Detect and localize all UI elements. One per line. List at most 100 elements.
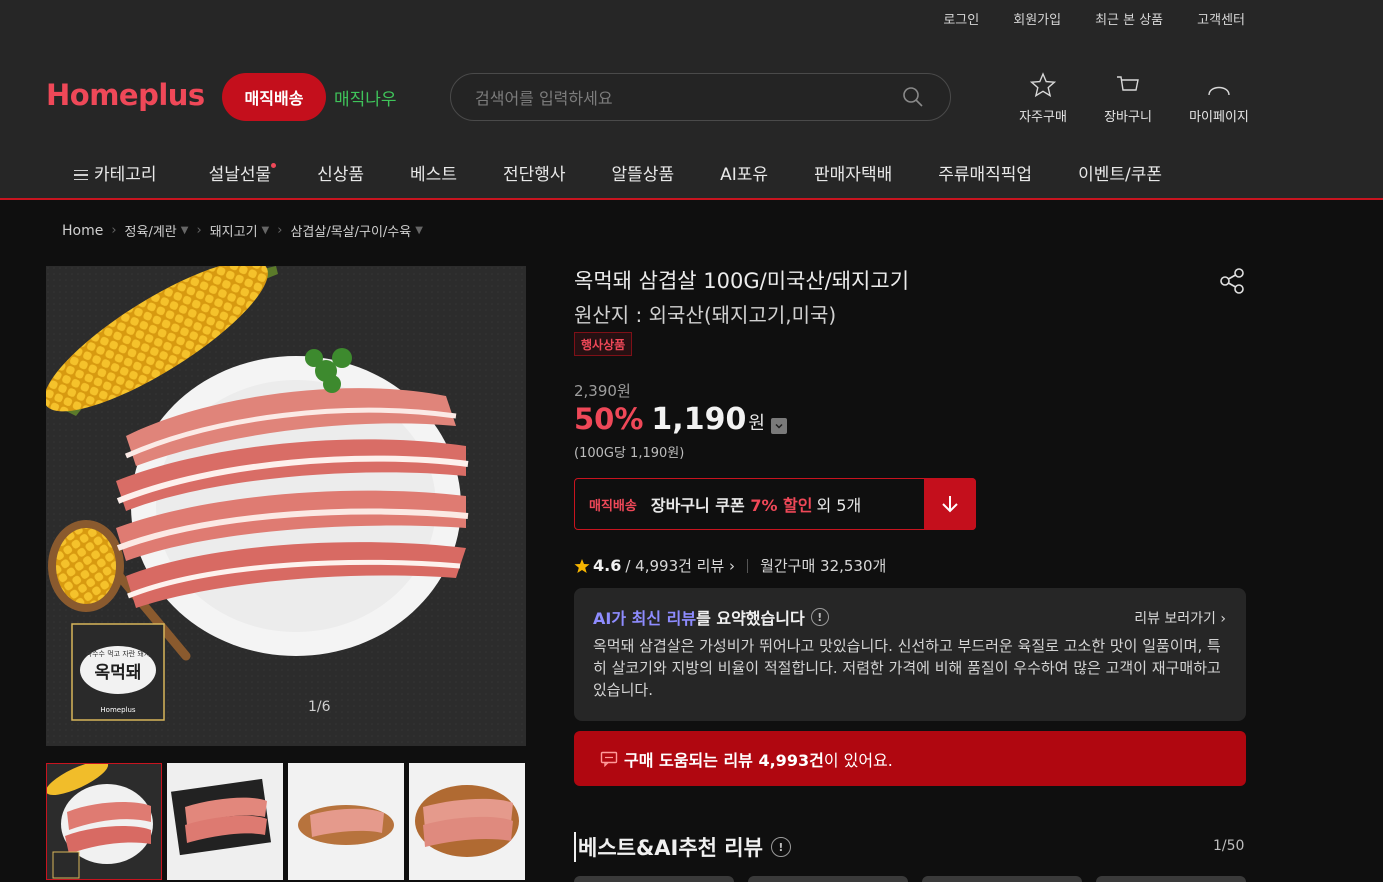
comment-icon: [600, 751, 618, 767]
mypage-button[interactable]: 마이페이지: [1174, 70, 1264, 125]
nav-liquor-pickup-label: 주류매직픽업: [938, 165, 1033, 185]
frequent-purchase-button[interactable]: 자주구매: [998, 70, 1088, 125]
breadcrumb-pork[interactable]: 돼지고기: [210, 221, 258, 240]
frequent-purchase-label: 자주구매: [1019, 110, 1067, 125]
helpful-reviews-banner[interactable]: 구매 도움되는 리뷰 4,993건 이 있어요.: [574, 731, 1246, 786]
share-icon[interactable]: [1217, 266, 1247, 296]
review-card[interactable]: [922, 876, 1082, 882]
magic-now-link[interactable]: 매직나우: [334, 85, 397, 110]
caret-down-icon[interactable]: ▼: [262, 225, 270, 236]
search-input[interactable]: [475, 86, 895, 110]
pork-belly-photo: 옥수수 먹고 자란 돼지 옥먹돼 Homeplus: [46, 266, 526, 746]
mypage-label: 마이페이지: [1189, 110, 1249, 125]
nav-best[interactable]: 베스트: [410, 160, 457, 185]
rating-score: 4.6: [593, 556, 622, 575]
new-dot-icon: [271, 163, 277, 168]
nav-new-products-label: 신상품: [317, 165, 365, 185]
coupon-tag: 매직배송: [589, 498, 637, 514]
promo-badge: 행사상품: [574, 332, 633, 356]
nav-bargain[interactable]: 알뜰상품: [612, 160, 675, 185]
review-count-link[interactable]: / 4,993건 리뷰 ›: [625, 555, 735, 576]
nav-lunar-gift-label: 설날선물: [208, 165, 272, 185]
review-card[interactable]: [1096, 876, 1246, 882]
unit-price: (100G당 1,190원): [574, 446, 685, 461]
cart-label: 장바구니: [1104, 110, 1152, 125]
arrow-down-icon: [942, 496, 958, 513]
nav-flyer-label: 전단행사: [502, 165, 566, 185]
sale-price: 1,190: [651, 402, 747, 437]
chevron-right-icon: ›: [111, 223, 117, 238]
chevron-right-icon: ›: [277, 223, 283, 238]
breadcrumb-belly[interactable]: 삼겹살/목살/구이/수육: [290, 221, 411, 240]
sale-price-line: 50% 1,190 원: [574, 402, 787, 437]
view-reviews-link[interactable]: 리뷰 보러가기 ›: [1134, 608, 1226, 628]
header: 로그인 회원가입 최근 본 상품 고객센터 Homeplus 매직배송 매직나우…: [0, 0, 1383, 200]
search-icon[interactable]: [902, 86, 924, 108]
chevron-right-icon: ›: [196, 223, 202, 238]
star-icon: [1029, 72, 1057, 98]
review-card[interactable]: [748, 876, 908, 882]
info-icon[interactable]: !: [770, 837, 791, 857]
info-icon[interactable]: !: [810, 608, 829, 626]
nav-lunar-gift[interactable]: 설날선물: [208, 160, 277, 185]
ai-summary-title-highlight: AI가 최신 리뷰: [593, 609, 697, 628]
coupon-text-main: 장바구니 쿠폰: [650, 496, 745, 515]
coupon-box[interactable]: 매직배송 장바구니 쿠폰 7% 할인 외 5개: [574, 478, 976, 530]
recent-items-link[interactable]: 최근 본 상품: [1095, 9, 1163, 28]
caret-down-icon[interactable]: ▼: [181, 225, 189, 236]
cart-icon: [1117, 76, 1139, 91]
review-count: / 4,993건 리뷰: [625, 557, 725, 575]
star-filled-icon: [574, 558, 590, 573]
customer-center-link[interactable]: 고객센터: [1197, 9, 1245, 28]
review-card[interactable]: [574, 876, 734, 882]
thumbnail-3[interactable]: [288, 763, 404, 880]
search-bar: [450, 73, 951, 121]
breadcrumb-home[interactable]: Home: [62, 223, 103, 239]
caret-down-icon[interactable]: ▼: [415, 225, 423, 236]
nav-new-products[interactable]: 신상품: [317, 160, 364, 185]
nav-best-label: 베스트: [410, 165, 457, 185]
view-reviews-label: 리뷰 보러가기: [1134, 611, 1216, 627]
image-counter: 1/6: [308, 699, 331, 715]
hamburger-icon: [74, 167, 88, 184]
signup-link[interactable]: 회원가입: [1013, 9, 1061, 28]
price-detail-toggle[interactable]: [770, 418, 787, 434]
coupon-etc: 외 5개: [816, 496, 862, 515]
best-reviews-title: 베스트&AI추천 리뷰 !: [574, 832, 791, 862]
sticker-brand: 옥먹돼: [95, 663, 142, 683]
thumbnail-1[interactable]: [46, 763, 162, 880]
best-reviews-pager: 1/50: [1213, 838, 1245, 854]
nav-seller-delivery[interactable]: 판매자택배: [814, 160, 892, 185]
main-navigation: 카테고리 설날선물 신상품 베스트 전단행사 알뜰상품 AI포유 판매자택배 주…: [74, 160, 1208, 185]
nav-ai-foryou[interactable]: AI포유: [720, 160, 768, 185]
login-link[interactable]: 로그인: [943, 9, 979, 28]
utility-links: 로그인 회원가입 최근 본 상품 고객센터: [943, 9, 1245, 28]
homeplus-logo[interactable]: Homeplus: [46, 78, 205, 112]
ai-summary-title: AI가 최신 리뷰 를 요약했습니다 !: [593, 605, 829, 629]
thumbnail-2[interactable]: [167, 763, 283, 880]
helpful-reviews-rest: 이 있어요.: [823, 750, 893, 770]
nav-flyer[interactable]: 전단행사: [503, 160, 566, 185]
cart-button[interactable]: 장바구니: [1083, 70, 1173, 125]
breadcrumb-meat[interactable]: 정육/계란: [125, 221, 177, 240]
coupon-text: 장바구니 쿠폰 7% 할인 외 5개: [651, 492, 861, 516]
nav-events-coupons-label: 이벤트/쿠폰: [1078, 165, 1163, 185]
helpful-reviews-count: 구매 도움되는 리뷰 4,993건: [624, 750, 824, 770]
magic-delivery-button[interactable]: 매직배송: [222, 73, 326, 121]
nav-category-label: 카테고리: [94, 165, 157, 185]
product-main-image[interactable]: 옥수수 먹고 자란 돼지 옥먹돼 Homeplus 1/6: [46, 266, 526, 746]
thumbnail-image: [409, 763, 525, 880]
coupon-download-button[interactable]: [924, 478, 976, 530]
currency-unit: 원: [748, 413, 765, 434]
nav-liquor-pickup[interactable]: 주류매직픽업: [938, 160, 1032, 185]
nav-category[interactable]: 카테고리: [74, 160, 157, 185]
product-title: 옥먹돼 삼겹살 100G/미국산/돼지고기: [574, 269, 910, 293]
monthly-purchases: 월간구매 32,530개: [760, 557, 887, 575]
nav-events-coupons[interactable]: 이벤트/쿠폰: [1078, 160, 1162, 185]
divider: [747, 558, 749, 573]
thumbnail-4[interactable]: [409, 763, 525, 880]
breadcrumb: Home › 정육/계란 ▼ › 돼지고기 ▼ › 삼겹살/목살/구이/수육 ▼: [62, 221, 423, 241]
coupon-discount: 7% 할인: [750, 496, 813, 515]
chevron-down-icon: [775, 423, 783, 429]
nav-seller-delivery-label: 판매자택배: [814, 165, 893, 185]
